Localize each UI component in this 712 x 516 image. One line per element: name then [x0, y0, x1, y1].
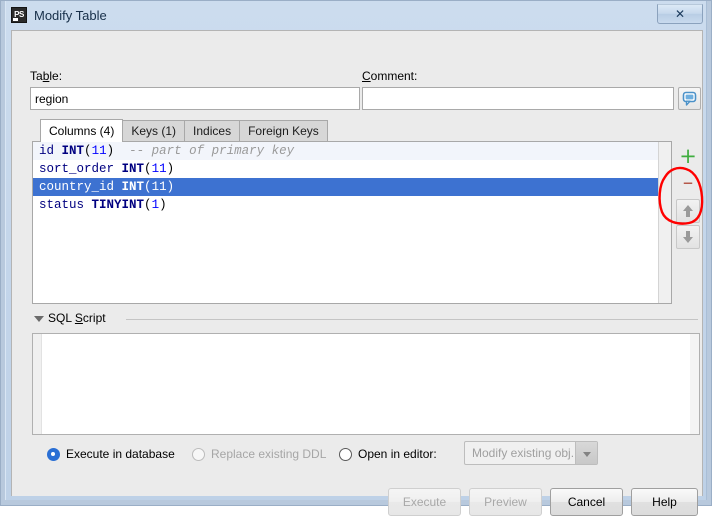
move-up-button[interactable]	[676, 199, 700, 223]
editor-mode-select-value: Modify existing obj...	[472, 446, 581, 460]
tab-columns[interactable]: Columns (4)	[40, 119, 124, 142]
window-title: Modify Table	[34, 8, 107, 23]
comment-bubble-glyph	[682, 91, 697, 106]
radio-mark-icon	[192, 447, 205, 461]
tab-bar: Columns (4) Keys (1) Indices Foreign Key…	[40, 119, 328, 142]
tab-foreign-keys[interactable]: Foreign Keys	[239, 120, 328, 142]
chevron-down-icon[interactable]	[575, 442, 597, 464]
editor-scrollbar[interactable]	[690, 334, 699, 434]
radio-execute-in-database[interactable]: Execute in database	[47, 445, 175, 463]
sql-script-title: SQL Script	[48, 311, 106, 325]
help-button[interactable]: Help	[631, 488, 698, 516]
sql-script-editor[interactable]	[32, 333, 700, 435]
dialog-window: PS Modify Table ✕ Table: Comment: Column…	[0, 0, 712, 516]
columns-list[interactable]: id INT(11) -- part of primary key sort_o…	[32, 141, 672, 304]
comment-bubble-icon[interactable]	[678, 87, 701, 110]
radio-open-in-editor-label: Open in editor:	[358, 447, 437, 461]
execute-button: Execute	[388, 488, 461, 516]
arrow-up-icon	[683, 205, 693, 217]
comment-label: Comment:	[362, 69, 418, 83]
comment-input[interactable]	[362, 87, 674, 110]
radio-mark-icon	[339, 447, 352, 461]
table-row[interactable]: country_id INT(11)	[33, 178, 658, 196]
move-down-button[interactable]	[676, 225, 700, 249]
plus-icon: +	[679, 144, 697, 168]
add-column-button[interactable]: +	[676, 145, 700, 169]
title-bar: PS Modify Table ✕	[6, 2, 708, 29]
table-name-input[interactable]	[30, 87, 360, 110]
table-row[interactable]: status TINYINT(1)	[33, 196, 658, 214]
columns-list-rows: id INT(11) -- part of primary key sort_o…	[33, 142, 658, 303]
radio-mark-icon	[47, 447, 60, 461]
section-divider	[126, 319, 698, 320]
tab-keys[interactable]: Keys (1)	[122, 120, 186, 142]
list-scrollbar[interactable]	[658, 142, 671, 303]
table-row[interactable]: sort_order INT(11)	[33, 160, 658, 178]
radio-execute-label: Execute in database	[66, 447, 175, 461]
close-icon[interactable]: ✕	[657, 4, 703, 24]
cancel-button[interactable]: Cancel	[550, 488, 623, 516]
radio-replace-existing-ddl: Replace existing DDL	[192, 445, 326, 463]
chevron-down-icon[interactable]	[34, 316, 44, 322]
minus-icon: –	[682, 170, 694, 194]
preview-button: Preview	[469, 488, 542, 516]
editor-mode-select[interactable]: Modify existing obj...	[464, 441, 598, 465]
table-name-label: Table:	[30, 69, 63, 83]
table-row[interactable]: id INT(11) -- part of primary key	[33, 142, 658, 160]
editor-gutter	[33, 334, 42, 434]
chevron-down-glyph	[583, 452, 591, 457]
sql-script-header[interactable]: SQL Script	[34, 311, 702, 327]
radio-replace-label: Replace existing DDL	[211, 447, 327, 461]
radio-open-in-editor[interactable]: Open in editor:	[339, 445, 437, 463]
columns-toolbar: + –	[674, 141, 702, 304]
arrow-down-icon	[683, 231, 693, 243]
application-icon: PS	[11, 7, 27, 23]
tab-indices[interactable]: Indices	[184, 120, 241, 142]
remove-column-button[interactable]: –	[676, 171, 700, 195]
dialog-body: Table: Comment: Columns (4) Keys (1) Ind…	[11, 30, 703, 516]
